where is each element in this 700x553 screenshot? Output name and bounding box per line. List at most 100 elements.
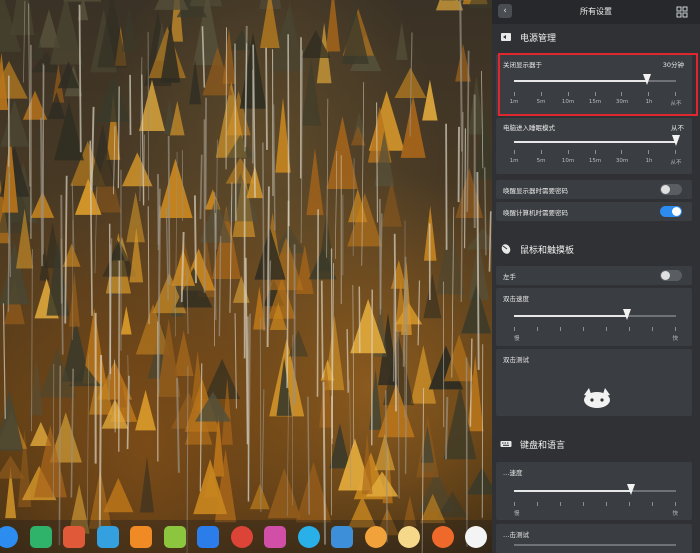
tree-shape — [466, 467, 492, 495]
slider-tick — [540, 150, 542, 154]
tree-shape — [325, 0, 341, 52]
grid-view-icon[interactable] — [676, 6, 688, 18]
display-off-value: 30分钟 — [662, 61, 684, 69]
tree-shape — [120, 305, 132, 335]
power-icon[interactable] — [364, 526, 387, 548]
tree-trunk — [346, 329, 349, 393]
desktop-wallpaper — [0, 0, 492, 553]
double-click-test-label: 双击测试 — [503, 356, 529, 364]
tree-shape — [436, 214, 464, 295]
messenger-icon[interactable] — [398, 526, 420, 548]
dock — [0, 520, 492, 553]
store-icon[interactable] — [63, 526, 85, 548]
slider-tick — [652, 502, 653, 506]
double-click-test-card: 双击测试 — [496, 349, 692, 416]
flag-icon[interactable] — [465, 526, 487, 548]
tree-trunk — [417, 280, 421, 346]
slider-thumb[interactable] — [623, 309, 632, 320]
tree-shape — [154, 0, 189, 10]
slider-tick-label: 1h — [645, 158, 653, 164]
partial-slider-track — [514, 544, 676, 546]
tree-shape — [189, 0, 223, 7]
sleep-tick-labels: 1m 5m 10m 15m 30m 1h 从不 — [510, 158, 682, 166]
assistant-icon[interactable] — [297, 526, 320, 548]
slider-thumb[interactable] — [672, 135, 680, 146]
music-icon[interactable] — [163, 526, 186, 548]
tree-trunk — [352, 284, 355, 447]
tree-shape — [327, 116, 358, 190]
left-hand-toggle[interactable] — [660, 270, 682, 281]
mouse-icon — [501, 244, 511, 254]
video-icon[interactable] — [197, 526, 219, 548]
slider-fill — [514, 490, 631, 492]
chrome-icon[interactable] — [230, 526, 253, 548]
slider-fill — [514, 141, 676, 143]
title-bar: ‹ 所有设置 — [492, 0, 700, 24]
tree-shape — [63, 0, 102, 2]
slider-tick — [514, 150, 515, 154]
toggle-knob — [672, 207, 681, 216]
repeat-test-card: …击测试 — [496, 524, 692, 553]
slider-tick — [540, 92, 542, 96]
slider-tick — [594, 150, 596, 154]
tree-shape — [232, 275, 250, 303]
tree-shape — [435, 0, 464, 11]
power-section-header: 电源管理 — [500, 29, 556, 45]
sleep-label: 电脑进入睡眠模式 — [503, 124, 555, 132]
slider-tick-label: 15m — [588, 158, 602, 164]
tree-shape — [468, 0, 492, 9]
sleep-slider[interactable] — [514, 132, 680, 152]
slider-thumb[interactable] — [626, 484, 635, 495]
slider-tick — [648, 150, 650, 154]
tree-trunk — [488, 211, 492, 272]
tree-shape — [122, 152, 153, 187]
tree-trunk — [199, 154, 203, 220]
slider-tick-label: 1m — [509, 158, 519, 164]
slider-tick — [629, 327, 630, 331]
wake-display-row: 唤醒显示器时需要密码 — [496, 180, 692, 199]
tree-trunk — [259, 317, 262, 513]
slider-tick — [560, 327, 561, 331]
settings-icon[interactable] — [264, 526, 286, 548]
display-off-slider[interactable] — [514, 71, 676, 91]
test-character-icon[interactable] — [580, 385, 614, 409]
eject-icon[interactable] — [431, 526, 454, 548]
toggle-knob — [661, 271, 670, 280]
tree-trunk — [392, 276, 395, 382]
display-off-label: 关闭显示器于 — [503, 61, 542, 69]
slider-tick — [675, 327, 676, 331]
tree-trunk — [459, 0, 463, 152]
power-section-title: 电源管理 — [520, 33, 557, 44]
slider-tick-label: 30m — [615, 99, 629, 105]
tree-shape — [288, 329, 309, 357]
repeat-speed-slider[interactable] — [514, 481, 676, 501]
tree-shape — [395, 21, 408, 60]
wake-display-toggle[interactable] — [660, 184, 682, 195]
tree-shape — [204, 358, 241, 399]
slider-tick-label: 30m — [615, 158, 629, 164]
slider-tick — [594, 92, 596, 96]
slider-tick-label: 1h — [645, 99, 653, 105]
tree-shape — [229, 30, 254, 51]
mail-icon[interactable] — [331, 526, 353, 548]
slider-tick — [537, 327, 538, 331]
tree-trunk — [244, 257, 249, 445]
slider-thumb[interactable] — [642, 74, 651, 85]
tree-trunk — [445, 123, 448, 250]
terminal-icon[interactable] — [29, 526, 52, 548]
tree-shape — [95, 76, 131, 123]
tree-shape — [189, 59, 202, 105]
tree-trunk — [167, 135, 171, 285]
wake-computer-toggle[interactable] — [660, 206, 682, 217]
files-icon[interactable] — [96, 526, 119, 548]
launcher-icon[interactable] — [0, 526, 18, 548]
calendar-icon[interactable] — [130, 526, 152, 548]
double-click-speed-slider[interactable] — [514, 306, 676, 326]
left-hand-row: 左手 — [496, 266, 692, 285]
tree-shape — [0, 455, 25, 479]
tree-trunk — [272, 104, 276, 231]
slider-tick-label: 从不 — [670, 160, 682, 166]
slider-tick-label: 15m — [588, 99, 602, 105]
tree-trunk — [463, 128, 467, 249]
sleep-card: 电脑进入睡眠模式 从不 1m 5m 10m 15m 30m 1h 从不 — [496, 118, 692, 174]
